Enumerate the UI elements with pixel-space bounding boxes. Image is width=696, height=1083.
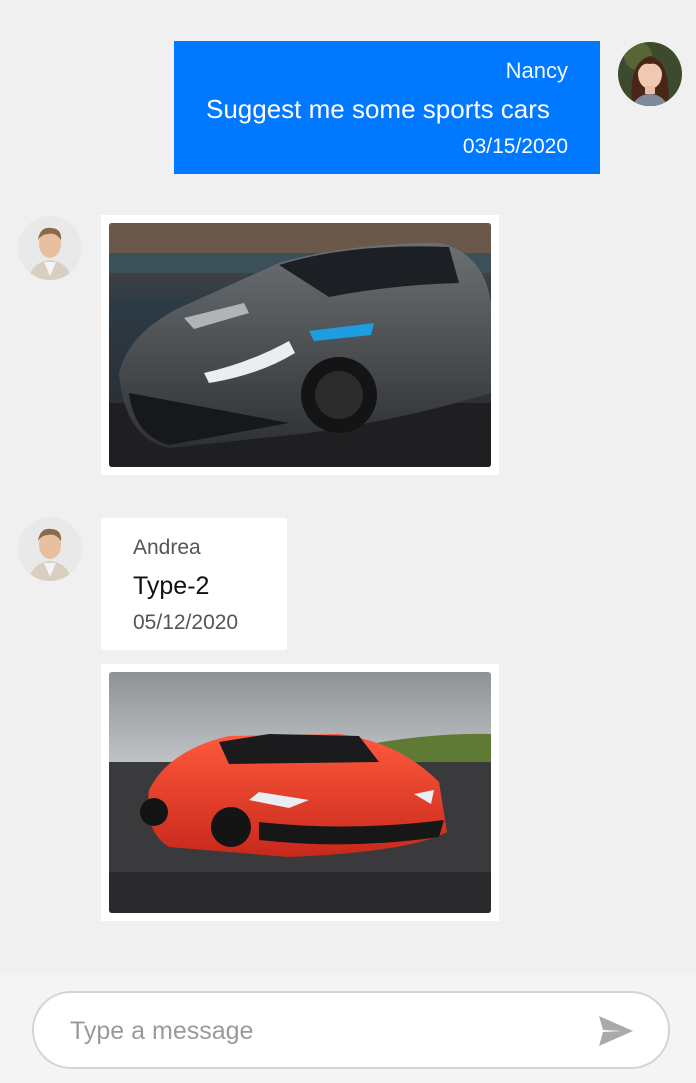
avatar-andrea[interactable] xyxy=(18,216,82,280)
image-message-red-car[interactable] xyxy=(101,664,499,921)
avatar-nancy[interactable] xyxy=(618,42,682,106)
message-input-container[interactable] xyxy=(32,991,670,1069)
red-car-image xyxy=(109,672,491,913)
message-author: Andrea xyxy=(133,536,201,559)
incoming-message-bubble[interactable]: Andrea Type-2 05/12/2020 xyxy=(101,518,287,650)
avatar-andrea-image xyxy=(18,517,82,581)
image-message-grey-car[interactable] xyxy=(101,215,499,475)
message-author: Nancy xyxy=(505,58,568,83)
avatar-nancy-image xyxy=(618,42,682,106)
message-date: 03/15/2020 xyxy=(462,135,568,158)
send-button[interactable] xyxy=(596,1011,636,1051)
send-icon xyxy=(599,1016,633,1046)
message-date: 05/12/2020 xyxy=(133,611,239,634)
message-input[interactable] xyxy=(68,993,572,1069)
message-text: Suggest me some sports cars xyxy=(206,94,550,124)
grey-car-image xyxy=(109,223,491,467)
outgoing-message-bubble[interactable]: Nancy Suggest me some sports cars 03/15/… xyxy=(174,41,600,174)
avatar-andrea[interactable] xyxy=(18,517,82,581)
message-text: Type-2 xyxy=(133,572,210,600)
avatar-andrea-image xyxy=(18,216,82,280)
